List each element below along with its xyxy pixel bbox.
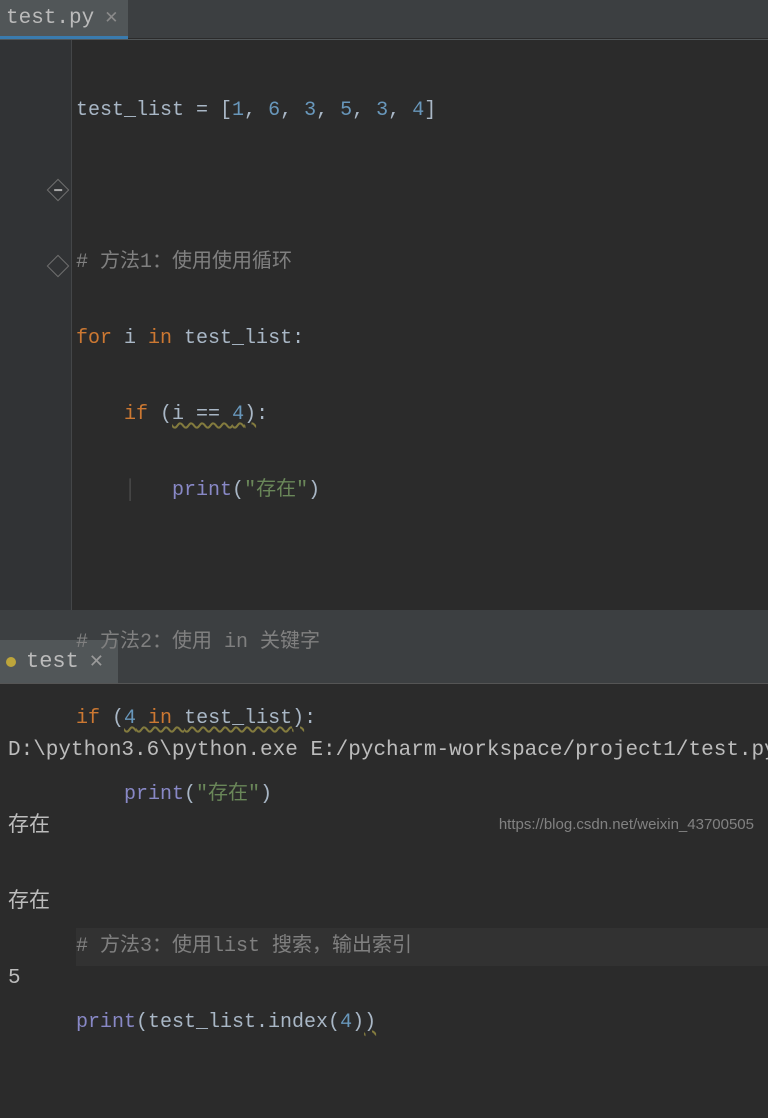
close-icon[interactable]: ✕ <box>104 8 118 29</box>
run-status-icon <box>6 657 16 667</box>
fold-icon[interactable] <box>47 179 70 202</box>
comment: # 方法1：使用使用循环 <box>76 251 292 274</box>
editor-tab-label: test.py <box>6 7 94 30</box>
watermark: https://blog.csdn.net/weixin_43700505 <box>499 816 754 833</box>
comment: # 方法2：使用 in 关键字 <box>76 631 320 654</box>
editor-tab[interactable]: test.py ✕ <box>0 0 128 39</box>
gutter[interactable] <box>0 40 72 610</box>
code-text: test_list = [ <box>76 99 232 122</box>
editor: test_list = [1, 6, 3, 5, 3, 4] # 方法1：使用使… <box>0 40 768 610</box>
fold-icon[interactable] <box>47 255 70 278</box>
editor-tab-bar: test.py ✕ <box>0 0 768 40</box>
run-tab-label: test <box>26 649 79 674</box>
tab-strip <box>128 0 768 39</box>
code-area[interactable]: test_list = [1, 6, 3, 5, 3, 4] # 方法1：使用使… <box>72 40 768 610</box>
comment: # 方法3：使用list 搜索，输出索引 <box>76 935 412 958</box>
